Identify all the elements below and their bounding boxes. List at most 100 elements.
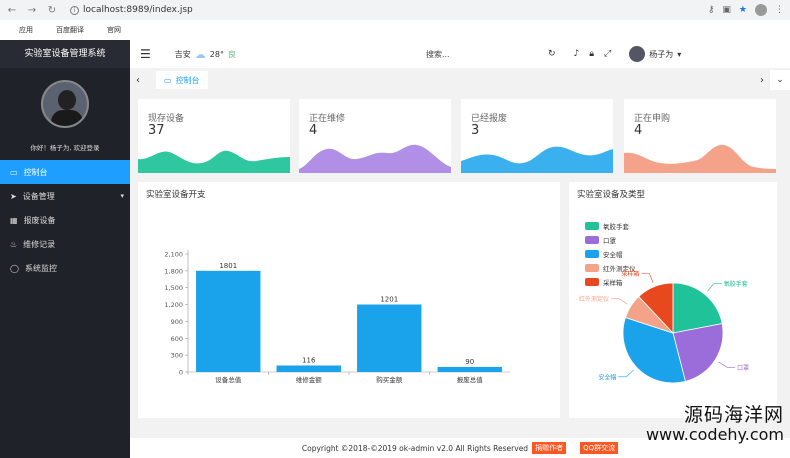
x-tick-label: 报废总值 (457, 375, 484, 384)
tab-label: 控制台 (175, 75, 200, 85)
tab-dashboard[interactable]: ▭ 控制台 (156, 71, 208, 89)
legend-label: 口罩 (603, 237, 617, 245)
bar-chart-panel: 实验室设备开支 0 300 600 900 1,200 1,500 1,800 2,100 18… (138, 182, 560, 418)
legend-swatch[interactable] (585, 236, 599, 244)
y-tick-label: 1,500 (164, 284, 183, 292)
refresh-icon[interactable]: ↻ (548, 49, 556, 59)
donate-button[interactable]: 捐赠作者 (532, 442, 567, 454)
watermark: 源码海洋网 www.codehy.com (646, 400, 784, 444)
tab-right-icon[interactable]: › (754, 75, 770, 86)
y-tick-label: 300 (171, 352, 183, 360)
bar[interactable] (276, 365, 341, 372)
welcome-text: 你好！杨子为, 欢迎登录 (30, 144, 100, 152)
profile-avatar-icon[interactable] (755, 4, 767, 16)
sidebar-item[interactable]: ◯ 系统监控 (0, 256, 130, 280)
legend-swatch[interactable] (585, 250, 599, 258)
menu-toggle-icon[interactable]: ☰ (140, 47, 151, 61)
bookmark-label: 应用 (19, 26, 33, 34)
legend-label: 采样箱 (603, 278, 623, 287)
sidebar-item-label: 维修记录 (23, 239, 56, 249)
legend-swatch[interactable] (585, 278, 599, 286)
bell-icon[interactable]: ♪ (574, 49, 580, 59)
legend-label: 安全帽 (603, 250, 623, 259)
x-tick-label: 维修金额 (296, 375, 323, 384)
sidebar-item-label: 设备管理 (22, 191, 55, 201)
monitor-icon: ▭ (10, 167, 18, 177)
watermark-name: 源码海洋网 (683, 404, 784, 426)
bar-chart: 0 300 600 900 1,200 1,500 1,800 2,100 1801 设备总值 11… (164, 250, 510, 384)
caret-down-icon: ▾ (677, 49, 682, 59)
sidebar-item[interactable]: ➤ 设备管理 ▾ (0, 184, 130, 208)
sidebar-item[interactable]: ▭ 控制台 (0, 160, 130, 184)
y-tick-label: 0 (179, 369, 183, 377)
slice-label: 口罩 (737, 365, 749, 372)
back-icon[interactable]: ← (6, 5, 18, 16)
sidebar-item[interactable]: ♨ 维修记录 (0, 232, 130, 256)
stat-card: 已经报废 3 (461, 99, 613, 173)
y-tick-label: 1,200 (164, 301, 183, 309)
y-tick-label: 1,800 (164, 267, 183, 275)
apps-icon (8, 26, 16, 34)
stat-card: 正在维修 4 (299, 99, 451, 173)
pie-chart: 氧胶手套口罩安全帽红外测定仪采样箱 氧胶手套口罩安全帽红外测定仪采样箱 (579, 222, 749, 384)
user-menu[interactable]: 杨子为 ▾ (629, 46, 681, 62)
baidu-icon (45, 26, 53, 34)
air-quality: 良 (227, 49, 236, 59)
user-avatar (41, 80, 89, 128)
circle-icon: ◯ (10, 263, 19, 273)
address-bar[interactable]: i localhost:8989/index.jsp (70, 5, 700, 15)
fullscreen-icon[interactable]: ⤢ (604, 49, 611, 59)
card-value: 4 (309, 123, 318, 138)
card-wave (624, 144, 776, 173)
y-tick-label: 600 (171, 335, 183, 343)
bookmark-site[interactable]: 官网 (96, 25, 121, 35)
url-text: localhost:8989/index.jsp (83, 5, 193, 15)
city-name: 吉安 (174, 49, 191, 59)
card-value: 3 (471, 123, 480, 138)
top-header: ☰ 吉安 ☁ 28° 良 搜索... ↻ ♪ 🔒︎ ⤢ 杨子为 ▾ (130, 40, 790, 68)
slice-label: 安全帽 (598, 373, 616, 381)
translate-icon[interactable]: ▣ (722, 5, 731, 15)
search-input[interactable]: 搜索... (426, 49, 506, 60)
tab-menu-icon[interactable]: ⌄ (770, 70, 790, 90)
header-avatar (629, 46, 646, 62)
x-tick-label: 购买金额 (376, 375, 403, 384)
legend-label: 氧胶手套 (603, 222, 630, 231)
bar-value-label: 1201 (380, 296, 398, 304)
app-title: 实验室设备管理系统 (0, 40, 130, 68)
bar[interactable] (196, 270, 261, 372)
legend-swatch[interactable] (585, 222, 599, 230)
card-wave (299, 144, 451, 173)
pie-chart-panel: 实验室设备及类型 氧胶手套 口罩 安全帽 红外测定仪 采样箱 氧胶手套 口罩 安全帽 红外测定仪… (569, 182, 777, 418)
reload-icon[interactable]: ↻ (46, 5, 58, 16)
sidebar-item-label: 系统监控 (24, 263, 57, 273)
bookmark-apps[interactable]: 应用 (8, 25, 33, 35)
bookmark-label: 百度翻译 (56, 26, 84, 34)
forward-icon[interactable]: → (26, 5, 38, 16)
slice-label: 红外测定仪 (579, 295, 609, 303)
legend-swatch[interactable] (585, 264, 599, 272)
star-icon[interactable]: ★ (739, 5, 747, 15)
more-icon[interactable]: ⋮ (775, 5, 784, 15)
card-value: 4 (634, 123, 643, 138)
qq-group-button[interactable]: QQ群交流 (580, 442, 619, 454)
tab-left-icon[interactable]: ‹ (130, 75, 146, 86)
weather-widget: 吉安 ☁ 28° 良 (175, 48, 236, 61)
side-menu: ▭ 控制台 ➤ 设备管理 ▾ ▦ 报废设备 ♨ 维修记录 ◯ 系统监控 (0, 160, 130, 280)
send-icon: ➤ (10, 191, 17, 201)
caret-down-icon: ▾ (120, 192, 124, 200)
info-icon[interactable]: i (70, 5, 79, 15)
folder-icon (96, 26, 104, 34)
bookmark-baidu[interactable]: 百度翻译 (45, 25, 84, 35)
fire-icon: ♨ (10, 239, 18, 249)
x-tick-label: 设备总值 (215, 375, 242, 384)
temperature: 28° (209, 49, 224, 59)
sidebar-item-label: 报废设备 (23, 215, 56, 225)
sidebar-item[interactable]: ▦ 报废设备 (0, 208, 130, 232)
key-icon[interactable]: ⚷ (708, 5, 715, 15)
bar[interactable] (357, 304, 422, 372)
stat-card: 正在申购 4 (624, 99, 776, 173)
cloud-icon: ☁ (194, 47, 206, 61)
bar[interactable] (437, 366, 502, 372)
lock-icon[interactable]: 🔒︎ (589, 49, 594, 59)
